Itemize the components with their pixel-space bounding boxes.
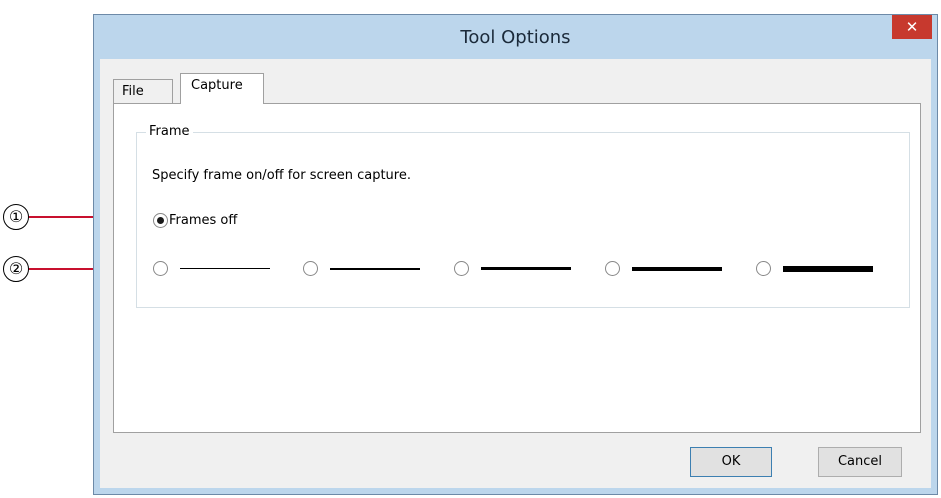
cancel-button[interactable]: Cancel [818,447,902,477]
close-button[interactable]: ✕ [892,15,932,39]
frame-line-sample [330,268,420,270]
frame-groupbox: Frame Specify frame on/off for screen ca… [136,124,910,308]
tab-capture[interactable]: Capture [180,73,264,104]
ok-button[interactable]: OK [690,447,772,477]
frame-weight-radio[interactable] [756,261,771,276]
frames-off-radio[interactable] [153,213,168,228]
frame-group-label: Frame [146,124,193,139]
tool-options-dialog: Tool Options ✕ File Capture Frame Specif… [93,14,938,495]
frame-line-sample [180,268,270,269]
frame-line-sample [632,267,722,271]
frame-description: Specify frame on/off for screen capture. [152,168,411,183]
callout-number: ② [3,256,29,282]
frame-weight-radio[interactable] [153,261,168,276]
frames-off-option[interactable]: Frames off [153,213,237,228]
tab-file[interactable]: File [113,79,173,104]
dialog-title: Tool Options [460,27,571,48]
callout-number: ① [3,204,29,230]
frame-weight-radio[interactable] [303,261,318,276]
dialog-client-area: File Capture Frame Specify frame on/off … [100,59,931,488]
frame-weight-radio[interactable] [454,261,469,276]
frame-weight-radio[interactable] [605,261,620,276]
frame-line-sample [783,266,873,272]
frame-line-sample [481,267,571,270]
frames-off-label: Frames off [169,213,238,228]
capture-tab-panel: Frame Specify frame on/off for screen ca… [113,103,921,433]
